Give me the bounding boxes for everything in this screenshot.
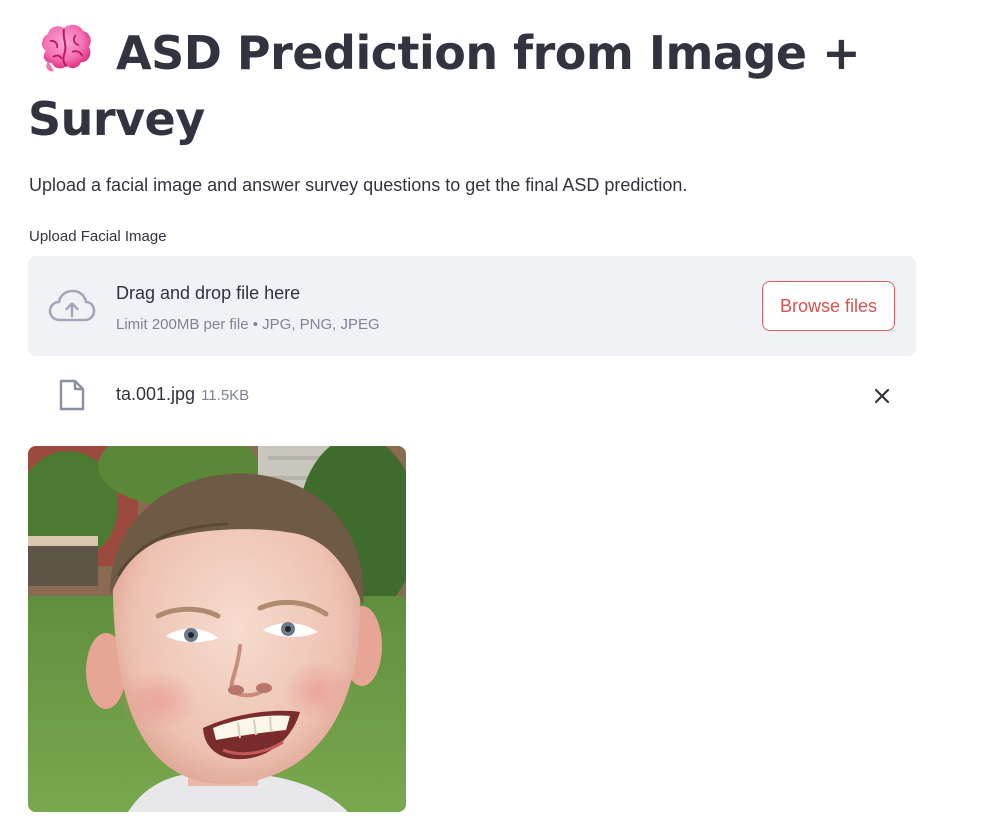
uploaded-file-row: ta.001.jpg 11.5KB — [28, 370, 916, 420]
page-title-text-1: ASD Prediction from Image + — [116, 26, 861, 80]
page-title: ASD Prediction from Image + Survey — [28, 20, 908, 152]
dropzone-limit-text: Limit 200MB per file • JPG, PNG, JPEG — [116, 316, 380, 333]
file-size-text: 11.5KB — [201, 387, 250, 404]
upload-label: Upload Facial Image — [29, 228, 167, 245]
brain-icon — [42, 24, 91, 72]
face-photo — [28, 446, 406, 812]
cloud-upload-icon — [48, 289, 96, 322]
uploaded-file-name: ta.001.jpg 11.5KB — [116, 382, 249, 408]
remove-file-button[interactable] — [868, 382, 896, 410]
file-name-text: ta.001.jpg — [116, 384, 196, 404]
browse-files-button[interactable]: Browse files — [762, 281, 895, 331]
close-icon — [874, 388, 890, 404]
page-title-line-1: ASD Prediction from Image + — [28, 20, 908, 86]
file-dropzone[interactable]: Drag and drop file here Limit 200MB per … — [28, 256, 916, 356]
dropzone-title: Drag and drop file here — [116, 283, 301, 303]
page-title-text-2: Survey — [28, 92, 205, 146]
file-icon — [59, 379, 85, 411]
page-subtitle: Upload a facial image and answer survey … — [29, 175, 688, 195]
uploaded-image-preview — [28, 446, 406, 812]
